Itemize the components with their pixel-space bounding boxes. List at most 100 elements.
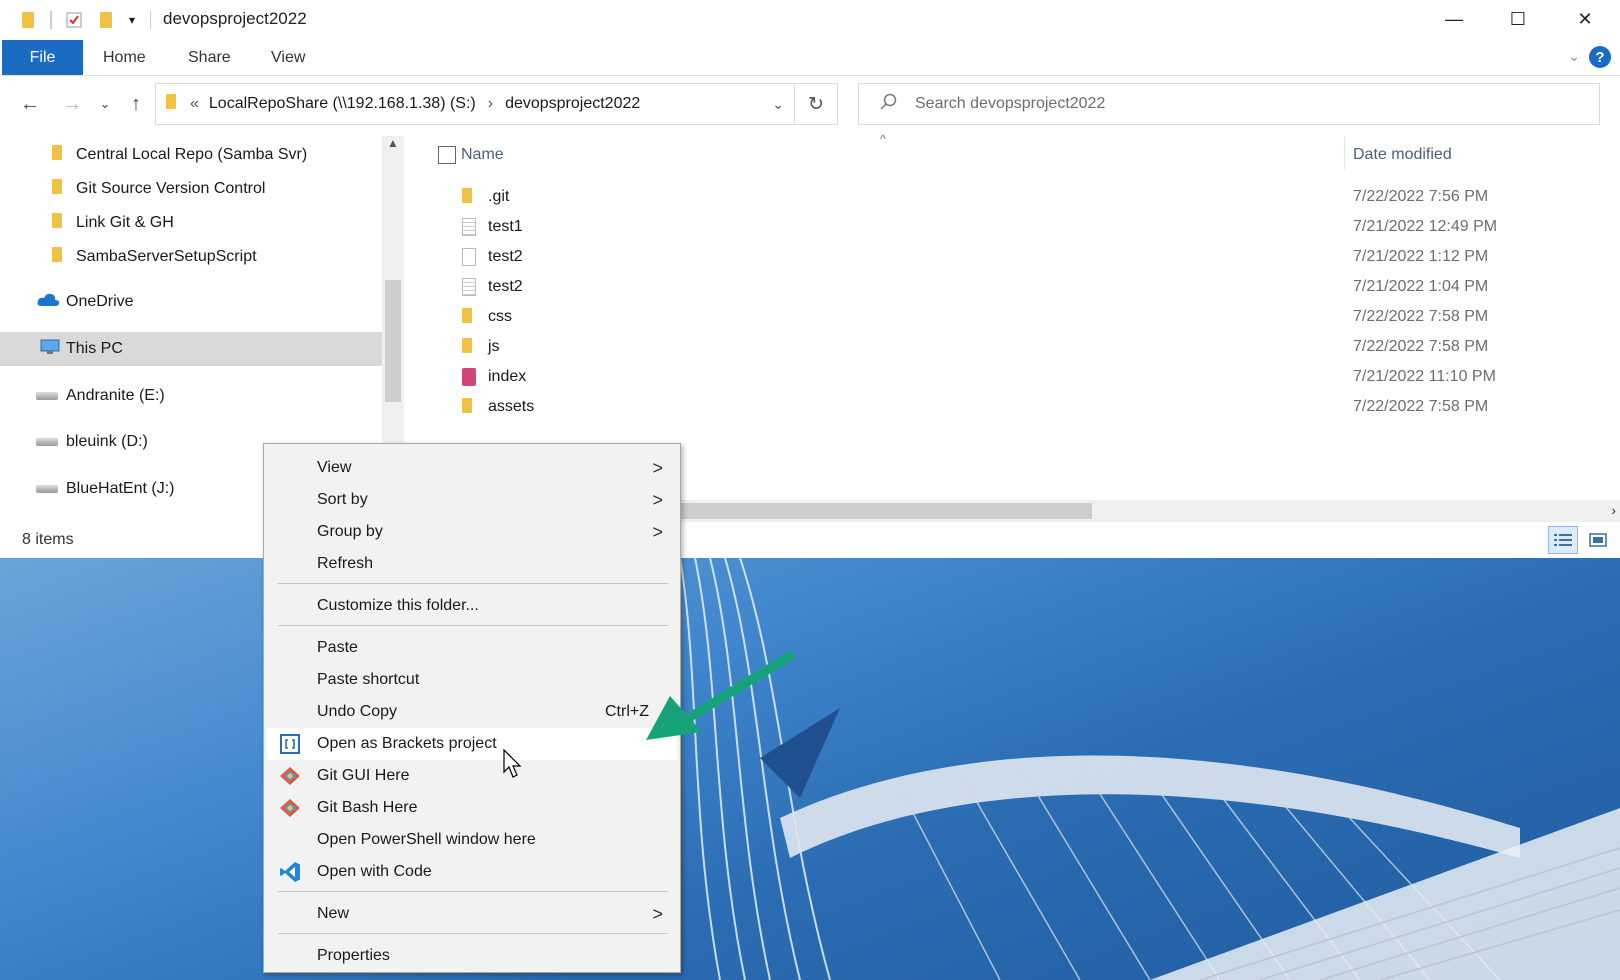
cloud-icon — [36, 292, 60, 313]
file-date: 7/21/2022 1:12 PM — [1353, 248, 1489, 265]
search-icon — [879, 93, 897, 116]
text-file-icon — [462, 278, 476, 296]
menu-item-refresh[interactable]: Refresh — [267, 548, 677, 580]
folder-icon — [52, 247, 62, 267]
file-name: test2 — [488, 278, 523, 295]
close-button[interactable]: ✕ — [1555, 0, 1615, 38]
menu-item-new[interactable]: New > — [267, 898, 677, 930]
pc-icon — [40, 339, 60, 360]
menu-item-label: Customize this folder... — [317, 597, 479, 614]
address-overflow-icon[interactable]: « — [190, 95, 199, 113]
properties-check-icon[interactable] — [64, 9, 84, 31]
expand-ribbon-icon[interactable]: ⌄ — [1568, 48, 1580, 65]
column-header-name[interactable]: Name — [461, 146, 504, 164]
column-divider[interactable] — [1344, 136, 1345, 170]
recent-locations-icon[interactable]: ⌄ — [96, 91, 114, 117]
horizontal-scrollbar[interactable]: › — [680, 500, 1620, 522]
breadcrumb-drive[interactable]: LocalRepoShare (\\192.168.1.38) (S:) — [209, 95, 476, 113]
tab-file[interactable]: File — [2, 40, 83, 75]
menu-item-label: Git Bash Here — [317, 799, 418, 816]
menu-item-open-powershell[interactable]: Open PowerShell window here — [267, 824, 677, 856]
menu-item-sort-by[interactable]: Sort by > — [267, 484, 677, 516]
file-row[interactable]: test1 7/21/2022 12:49 PM — [410, 212, 1620, 242]
file-row[interactable]: index 7/21/2022 11:10 PM — [410, 362, 1620, 392]
nav-item-onedrive[interactable]: OneDrive — [0, 285, 382, 319]
breadcrumb-folder[interactable]: devopsproject2022 — [505, 95, 640, 113]
breadcrumb-separator-icon[interactable]: › — [488, 95, 493, 113]
customize-toolbar-icon[interactable]: ▾ — [124, 9, 140, 31]
scroll-right-icon[interactable]: › — [1611, 502, 1616, 518]
up-arrow-icon[interactable]: ↑ — [124, 91, 148, 117]
submenu-arrow-icon: > — [652, 457, 663, 478]
search-box[interactable]: Search devopsproject2022 — [858, 83, 1600, 125]
menu-item-paste-shortcut[interactable]: Paste shortcut — [267, 664, 677, 696]
new-folder-icon[interactable] — [98, 9, 114, 31]
tab-home[interactable]: Home — [103, 40, 146, 75]
horizontal-scroll-thumb[interactable] — [680, 503, 1092, 519]
menu-item-customize-folder[interactable]: Customize this folder... — [267, 590, 677, 622]
sort-ascending-icon: ^ — [880, 132, 886, 146]
file-date: 7/22/2022 7:58 PM — [1353, 398, 1489, 415]
file-row[interactable]: .git 7/22/2022 7:56 PM — [410, 182, 1620, 212]
file-row[interactable]: assets 7/22/2022 7:58 PM — [410, 392, 1620, 422]
folder-icon — [52, 145, 62, 165]
menu-item-open-brackets[interactable]: Open as Brackets project — [267, 728, 677, 760]
drive-icon — [36, 433, 58, 451]
back-arrow-icon[interactable]: ← — [18, 91, 42, 117]
details-view-icon[interactable] — [1548, 526, 1578, 554]
file-name: js — [488, 338, 500, 355]
nav-item-central-local-repo[interactable]: Central Local Repo (Samba Svr) — [0, 138, 382, 172]
help-icon[interactable]: ? — [1589, 46, 1611, 68]
folder-icon — [462, 338, 476, 356]
blank-file-icon — [462, 248, 476, 266]
menu-item-undo-copy[interactable]: Undo Copy Ctrl+Z — [267, 696, 677, 728]
nav-item-this-pc[interactable]: This PC — [0, 332, 382, 366]
nav-scroll-thumb[interactable] — [385, 280, 401, 402]
git-icon — [279, 797, 301, 819]
file-row[interactable]: test2 7/21/2022 1:04 PM — [410, 272, 1620, 302]
menu-item-group-by[interactable]: Group by > — [267, 516, 677, 548]
menu-separator — [278, 933, 668, 934]
file-row[interactable]: test2 7/21/2022 1:12 PM — [410, 242, 1620, 272]
nav-item-link-git-gh[interactable]: Link Git & GH — [0, 206, 382, 240]
nav-item-label: BlueHatEnt (J:) — [66, 480, 175, 497]
tab-share[interactable]: Share — [188, 40, 231, 75]
menu-separator — [278, 891, 668, 892]
file-row[interactable]: js 7/22/2022 7:58 PM — [410, 332, 1620, 362]
minimize-button[interactable]: — — [1424, 0, 1484, 38]
nav-item-andranite[interactable]: Andranite (E:) — [0, 379, 382, 413]
menu-item-view[interactable]: View > — [267, 452, 677, 484]
desktop-wallpaper — [0, 558, 1620, 980]
nav-item-label: Git Source Version Control — [76, 180, 266, 197]
submenu-arrow-icon: > — [652, 489, 663, 510]
menu-item-paste[interactable]: Paste — [267, 632, 677, 664]
file-row[interactable]: css 7/22/2022 7:58 PM — [410, 302, 1620, 332]
menu-item-git-gui[interactable]: Git GUI Here — [267, 760, 677, 792]
menu-item-open-with-code[interactable]: Open with Code — [267, 856, 677, 888]
menu-item-label: Open with Code — [317, 863, 432, 880]
forward-arrow-icon[interactable]: → — [60, 91, 84, 117]
file-date: 7/22/2022 7:56 PM — [1353, 188, 1489, 205]
maximize-button[interactable]: ☐ — [1488, 0, 1548, 38]
nav-item-label: Link Git & GH — [76, 214, 174, 231]
menu-item-label: Paste — [317, 639, 358, 656]
nav-item-samba-script[interactable]: SambaServerSetupScript — [0, 240, 382, 274]
tab-view[interactable]: View — [271, 40, 305, 75]
nav-item-git-source[interactable]: Git Source Version Control — [0, 172, 382, 206]
menu-separator — [278, 583, 668, 584]
menu-item-git-bash[interactable]: Git Bash Here — [267, 792, 677, 824]
menu-item-properties[interactable]: Properties — [267, 940, 677, 972]
annotation-arrow-icon — [646, 651, 795, 740]
column-header-date[interactable]: Date modified — [1353, 146, 1452, 164]
address-dropdown-icon[interactable]: ⌄ — [772, 96, 784, 113]
text-file-icon — [462, 218, 476, 236]
scroll-up-icon[interactable]: ▲ — [387, 136, 399, 150]
refresh-icon[interactable]: ↻ — [795, 83, 838, 125]
menu-item-label: Refresh — [317, 555, 374, 572]
file-name: .git — [488, 188, 510, 205]
menu-item-label: View — [317, 459, 352, 476]
select-all-checkbox[interactable] — [438, 146, 456, 164]
large-icons-view-icon[interactable] — [1584, 526, 1612, 554]
brackets-icon — [279, 733, 301, 755]
address-bar[interactable]: « LocalRepoShare (\\192.168.1.38) (S:) ›… — [155, 83, 795, 125]
